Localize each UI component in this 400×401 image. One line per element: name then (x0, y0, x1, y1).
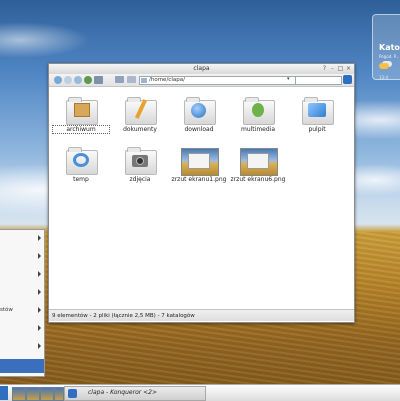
menu-item-label: stów (0, 307, 13, 313)
list-item[interactable]: multimedia (230, 97, 286, 133)
menu-item[interactable] (0, 230, 44, 248)
file-view: archiwum dokumenty download multimedia p… (49, 87, 354, 309)
desktop-emblem-icon (308, 103, 326, 117)
menu-item[interactable]: stów (0, 302, 44, 320)
list-item[interactable]: zdjęcia (112, 147, 168, 183)
menu-item[interactable] (0, 284, 44, 302)
close-button[interactable]: × (345, 65, 352, 72)
image-thumbnail-icon (240, 148, 278, 176)
list-item[interactable]: download (171, 97, 227, 133)
weather-cloud-sun-icon (379, 63, 389, 69)
desktop-pager-1[interactable] (12, 387, 26, 401)
window-title: clapa (193, 65, 210, 72)
globe-emblem-icon (191, 103, 206, 118)
list-item[interactable]: zrzut ekranu6.png (230, 147, 286, 183)
home-icon[interactable] (94, 76, 103, 84)
item-label: zrzut ekranu6.png (230, 176, 286, 183)
menu-item[interactable] (0, 320, 44, 338)
list-item[interactable]: pulpit (289, 97, 345, 133)
image-thumbnail-icon (181, 148, 219, 176)
back-icon[interactable] (54, 76, 62, 84)
taskbar: clapa - Konqueror <2> (0, 384, 400, 401)
search-input[interactable] (295, 76, 342, 85)
chevron-right-icon (38, 289, 41, 295)
help-button[interactable]: ? (321, 65, 328, 72)
minimize-button[interactable]: - (329, 65, 336, 72)
weather-widget[interactable]: Katow Pogod. P... 13:4 (372, 14, 400, 80)
list-item[interactable]: dokumenty (112, 97, 168, 133)
folder-icon (141, 78, 147, 83)
item-label: multimedia (240, 126, 276, 133)
toolbar: /home/clapa/ ▾ (49, 74, 354, 87)
item-label: dokumenty (123, 126, 157, 133)
music-note-emblem-icon (252, 103, 264, 117)
konqueror-window: clapa ? - □ × /home/clapa/ ▾ archiwum do… (48, 63, 355, 323)
desktop-pager-2[interactable] (26, 387, 40, 401)
chevron-down-icon[interactable]: ▾ (287, 76, 292, 83)
menu-item[interactable] (0, 266, 44, 284)
menu-item[interactable] (0, 338, 44, 356)
list-view-icon[interactable] (127, 76, 136, 83)
task-button-konqueror[interactable]: clapa - Konqueror <2> (64, 386, 206, 401)
task-label: clapa - Konqueror <2> (88, 389, 157, 396)
item-label: zdjęcia (129, 176, 151, 183)
status-bar: 9 elementów - 2 pliki (łącznie 2,5 MB) -… (49, 309, 354, 321)
weather-city: Katow (379, 43, 400, 52)
item-label: zrzut ekranu1.png (171, 176, 227, 183)
chevron-right-icon (38, 325, 41, 331)
icon-view-icon[interactable] (115, 76, 124, 83)
address-bar[interactable]: /home/clapa/ (139, 76, 301, 85)
weather-time: 13:4 (379, 75, 388, 80)
start-menu: stów (0, 229, 45, 377)
kmenu-button[interactable] (0, 386, 8, 400)
camera-emblem-icon (132, 155, 148, 167)
list-item[interactable]: archiwum (52, 97, 110, 134)
desktop-pager-4[interactable] (54, 387, 64, 401)
list-item[interactable]: temp (53, 147, 109, 183)
desktop-pager-3[interactable] (40, 387, 54, 401)
menu-item[interactable] (0, 248, 44, 266)
konqueror-icon (68, 389, 77, 398)
chevron-right-icon (38, 343, 41, 349)
item-label: download (184, 126, 214, 133)
box-emblem-icon (74, 103, 90, 117)
maximize-button[interactable]: □ (337, 65, 344, 72)
forward-icon[interactable] (64, 76, 72, 84)
chevron-right-icon (38, 271, 41, 277)
item-label: pulpit (308, 126, 326, 133)
item-label: temp (73, 176, 89, 183)
weather-subtitle: Pogod. P... (379, 54, 400, 59)
chevron-right-icon (38, 307, 41, 313)
chevron-right-icon (38, 253, 41, 259)
reload-icon[interactable] (84, 76, 92, 84)
address-text: /home/clapa/ (149, 77, 185, 83)
up-icon[interactable] (74, 76, 82, 84)
refresh-emblem-icon (73, 153, 89, 167)
kde-logo-icon (343, 75, 352, 84)
list-item[interactable]: zrzut ekranu1.png (171, 147, 227, 183)
item-label: archiwum (52, 125, 110, 134)
menu-item-selected[interactable] (0, 359, 44, 373)
chevron-right-icon (38, 235, 41, 241)
